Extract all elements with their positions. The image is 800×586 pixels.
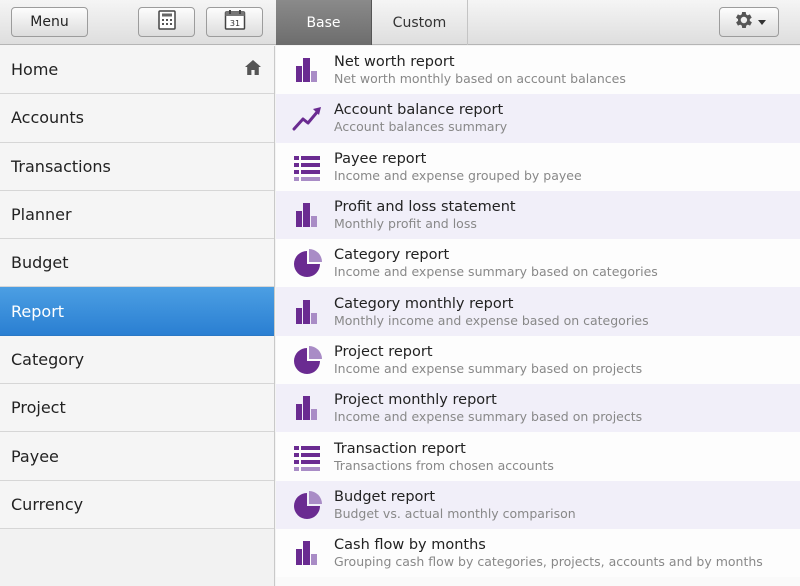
report-list: Net worth report Net worth monthly based … — [276, 46, 800, 586]
report-title: Payee report — [334, 150, 427, 167]
tab-base-label: Base — [306, 14, 341, 31]
calendar-icon: 31 — [224, 9, 246, 35]
report-row[interactable]: Cash flow by months Grouping cash flow by… — [276, 528, 800, 578]
report-description: Net worth monthly based on account balan… — [334, 71, 626, 87]
tab-custom[interactable]: Custom — [372, 0, 468, 45]
report-title: Net worth report — [334, 54, 455, 71]
report-row-text: Payee report Income and expense grouped b… — [334, 150, 582, 184]
report-tabs: Base Custom — [276, 0, 468, 45]
report-description: Monthly profit and loss — [334, 216, 477, 232]
sidebar-item-label: Accounts — [11, 108, 84, 128]
report-title: Cash flow by months — [334, 537, 486, 554]
bar-chart-icon — [291, 199, 323, 231]
report-row-text: Category monthly report Monthly income an… — [334, 295, 649, 329]
calendar-day-text: 31 — [229, 19, 239, 28]
tab-custom-label: Custom — [392, 14, 447, 31]
sidebar-item-accounts[interactable]: Accounts — [0, 94, 274, 143]
trend-line-icon — [291, 102, 323, 134]
home-icon — [244, 59, 262, 80]
report-row-text: Profit and loss statement Monthly profit … — [334, 198, 516, 232]
report-title: Category monthly report — [334, 295, 514, 312]
chevron-down-icon — [758, 19, 766, 25]
report-row-text: Project report Income and expense summary… — [334, 343, 642, 377]
sidebar-item-transactions[interactable]: Transactions — [0, 142, 274, 191]
report-row-text: Account balance report Account balances s… — [334, 101, 507, 135]
report-row[interactable]: Account balance report Account balances s… — [276, 94, 800, 143]
sidebar-item-project[interactable]: Project — [0, 384, 274, 433]
report-description: Budget vs. actual monthly comparison — [334, 505, 576, 521]
calculator-icon — [157, 10, 176, 34]
calculator-button[interactable] — [138, 7, 195, 37]
sidebar-item-label: Budget — [11, 253, 69, 273]
list-icon — [291, 441, 323, 473]
report-title: Budget report — [334, 488, 436, 505]
bar-chart-icon — [291, 537, 323, 569]
menu-button-label: Menu — [30, 14, 69, 30]
report-row[interactable]: Category report Income and expense summar… — [276, 239, 800, 288]
sidebar-item-label: Report — [11, 301, 65, 321]
sidebar-item-category[interactable]: Category — [0, 335, 274, 385]
report-row-text: Net worth report Net worth monthly based … — [334, 53, 626, 87]
list-icon — [291, 151, 323, 183]
sidebar-nav: Home Accounts Transactions Planner Budge… — [0, 46, 275, 586]
pie-chart-icon — [291, 344, 323, 376]
report-row[interactable]: Profit and loss statement Monthly profit … — [276, 190, 800, 240]
bar-chart-icon — [291, 392, 323, 424]
report-row[interactable]: Category monthly report Monthly income an… — [276, 287, 800, 336]
tab-base[interactable]: Base — [276, 0, 372, 45]
report-description: Monthly income and expense based on cate… — [334, 312, 649, 328]
report-row[interactable]: Budget report Budget vs. actual monthly c… — [276, 480, 800, 529]
calendar-button[interactable]: 31 — [206, 7, 263, 37]
pie-chart-icon — [291, 489, 323, 521]
sidebar-item-label: Planner — [11, 205, 72, 225]
sidebar-item-label: Payee — [11, 446, 59, 466]
report-row[interactable]: Payee report Income and expense grouped b… — [276, 142, 800, 191]
sidebar-item-home[interactable]: Home — [0, 46, 274, 95]
report-description: Grouping cash flow by categories, projec… — [334, 554, 763, 570]
report-title: Category report — [334, 247, 450, 264]
report-row-text: Budget report Budget vs. actual monthly c… — [334, 488, 576, 522]
report-row-text: Project monthly report Income and expense… — [334, 391, 642, 425]
report-description: Income and expense grouped by payee — [334, 167, 582, 183]
sidebar-item-label: Category — [11, 349, 85, 369]
sidebar-item-report[interactable]: Report — [0, 287, 274, 336]
settings-button[interactable] — [719, 7, 779, 37]
report-row-text: Cash flow by months Grouping cash flow by… — [334, 536, 763, 570]
settings-button-content — [732, 9, 766, 35]
sidebar-item-label: Home — [11, 60, 59, 80]
gear-icon — [732, 9, 754, 35]
report-title: Project monthly report — [334, 392, 497, 409]
report-title: Project report — [334, 343, 433, 360]
sidebar-item-label: Transactions — [11, 156, 111, 176]
report-description: Transactions from chosen accounts — [334, 457, 554, 473]
top-toolbar: Menu 31 Base Custom — [0, 0, 800, 45]
sidebar-item-currency[interactable]: Currency — [0, 480, 274, 529]
report-title: Profit and loss statement — [334, 199, 516, 216]
sidebar-item-label: Project — [11, 398, 66, 418]
report-row-text: Transaction report Transactions from chos… — [334, 440, 554, 474]
report-row[interactable]: Project report Income and expense summary… — [276, 335, 800, 385]
report-title: Transaction report — [334, 440, 466, 457]
report-description: Income and expense summary based on proj… — [334, 409, 643, 425]
report-title: Account balance report — [334, 102, 504, 119]
menu-button[interactable]: Menu — [11, 7, 88, 37]
bar-chart-icon — [291, 296, 323, 328]
sidebar-item-payee[interactable]: Payee — [0, 432, 274, 481]
sidebar-item-planner[interactable]: Planner — [0, 190, 274, 240]
report-description: Income and expense summary based on cate… — [334, 264, 658, 280]
report-description: Account balances summary — [334, 119, 508, 135]
report-description: Income and expense summary based on proj… — [334, 360, 643, 376]
report-row-text: Category report Income and expense summar… — [334, 246, 658, 280]
sidebar-item-label: Currency — [11, 494, 84, 514]
pie-chart-icon — [291, 247, 323, 279]
report-row[interactable]: Project monthly report Income and expense… — [276, 384, 800, 433]
report-row[interactable]: Transaction report Transactions from chos… — [276, 432, 800, 481]
bar-chart-icon — [291, 54, 323, 86]
sidebar-item-budget[interactable]: Budget — [0, 239, 274, 288]
report-row[interactable]: Net worth report Net worth monthly based … — [276, 46, 800, 95]
